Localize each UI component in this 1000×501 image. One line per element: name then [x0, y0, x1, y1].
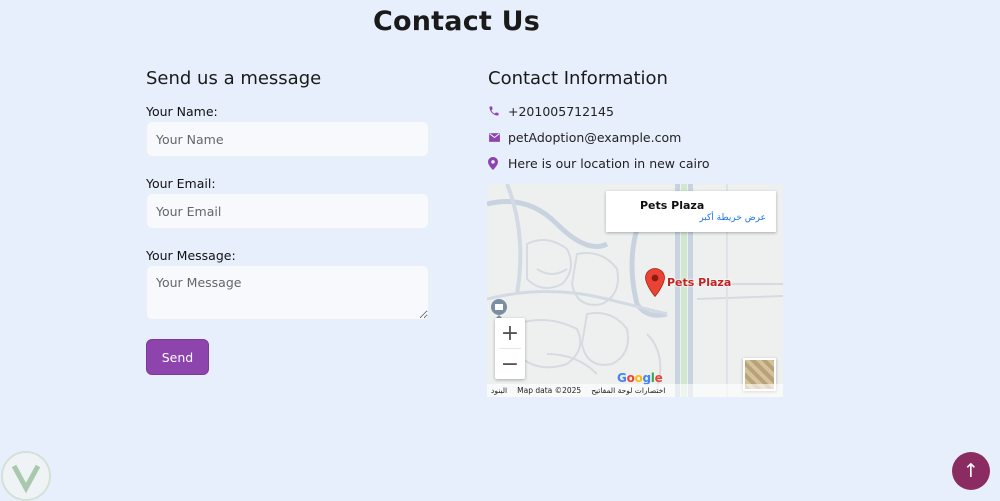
contact-information: Contact Information +201005712145 petAdo…	[488, 68, 788, 181]
google-letter-g2: g	[642, 371, 651, 385]
phone-row: +201005712145	[488, 103, 788, 119]
google-letter-o1: o	[626, 371, 635, 385]
embedded-map[interactable]: Pets Plaza عرض خريطة أكبر Pets Plaza + −…	[487, 184, 783, 397]
name-label: Your Name:	[146, 104, 218, 119]
pin-label: Pets Plaza	[667, 276, 732, 289]
location-pin-icon	[488, 156, 508, 170]
email-input[interactable]	[146, 193, 429, 229]
contact-form: Send us a message Your Name: Your Email:…	[146, 68, 429, 375]
keyboard-shortcuts-link[interactable]: اختصارات لوحة المفاتيح	[591, 386, 665, 395]
phone-number: +201005712145	[508, 103, 614, 119]
envelope-icon	[488, 132, 508, 143]
message-textarea[interactable]	[146, 265, 429, 320]
page-title: Contact Us	[373, 6, 541, 37]
google-letter-g: G	[617, 371, 627, 385]
location-text: Here is our location in new cairo	[508, 155, 710, 171]
google-logo: Google	[617, 371, 663, 385]
message-label: Your Message:	[146, 248, 236, 263]
location-row: Here is our location in new cairo	[488, 155, 788, 171]
place-info-card: Pets Plaza عرض خريطة أكبر	[606, 191, 776, 232]
zoom-controls: + −	[495, 318, 525, 379]
zoom-out-button[interactable]: −	[495, 349, 525, 379]
terms-link[interactable]: البنود	[491, 386, 507, 395]
zoom-in-button[interactable]: +	[495, 318, 525, 348]
map-attribution: البنود Map data ©2025 اختصارات لوحة المف…	[487, 384, 783, 397]
email-address[interactable]: petAdoption@example.com	[508, 130, 681, 145]
site-logo-icon	[0, 450, 52, 501]
send-button[interactable]: Send	[146, 339, 209, 375]
map-data-text: Map data ©2025	[517, 386, 582, 395]
contact-heading: Contact Information	[488, 68, 668, 89]
email-row: petAdoption@example.com	[488, 129, 788, 145]
name-input[interactable]	[146, 121, 429, 157]
place-name: Pets Plaza	[640, 199, 705, 212]
map-pin-icon[interactable]	[645, 268, 665, 301]
form-heading: Send us a message	[146, 68, 322, 89]
email-label: Your Email:	[146, 176, 216, 191]
view-larger-map-link[interactable]: عرض خريطة أكبر	[699, 213, 766, 223]
scroll-up-icon[interactable]: ↑	[952, 452, 990, 490]
phone-icon	[488, 105, 508, 117]
google-letter-e: e	[654, 371, 663, 385]
